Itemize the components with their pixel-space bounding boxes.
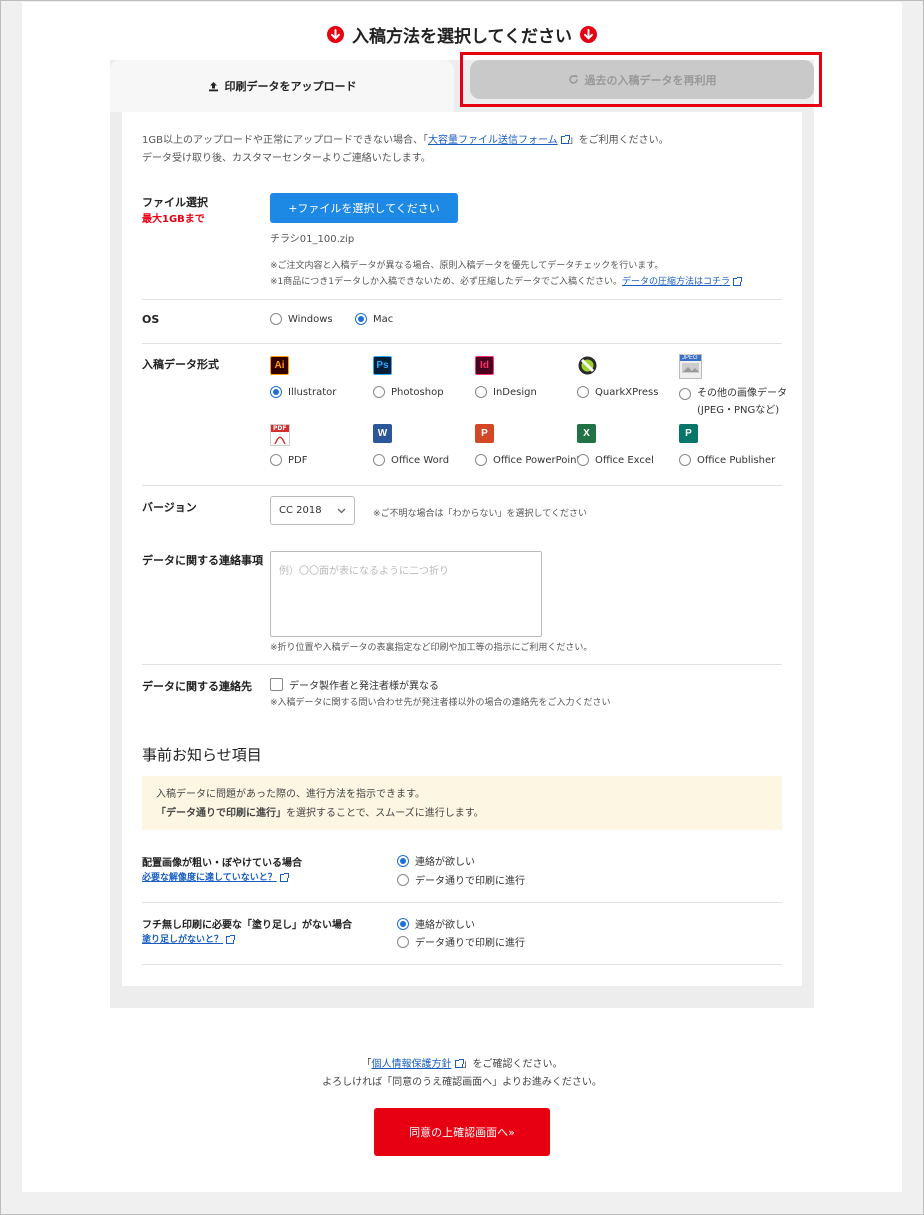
contact-note-textarea[interactable] xyxy=(270,551,542,637)
tab-reuse[interactable]: 過去の入稿データを再利用 xyxy=(470,60,814,99)
notice-2-proceed-radio[interactable]: データ通りで印刷に進行 xyxy=(397,934,525,949)
privacy-policy-link[interactable]: 個人情報保護方針 xyxy=(372,1059,452,1070)
notice-info-box: 入稿データに問題があった際の、進行方法を指示できます。 「データ通りで印刷に進行… xyxy=(142,776,782,830)
divider xyxy=(142,299,782,300)
agree-confirm-button[interactable]: 同意の上確認画面へ» xyxy=(374,1108,550,1156)
contact-note-label: データに関する連絡事項 xyxy=(142,554,263,567)
page: 入稿方法を選択してください 印刷データをアップロード 過去の入稿データを再利用 … xyxy=(22,2,902,1192)
os-windows-radio[interactable]: Windows xyxy=(270,313,333,325)
radio-button[interactable] xyxy=(270,386,282,398)
radio-button[interactable] xyxy=(355,313,367,325)
os-mac-radio[interactable]: Mac xyxy=(355,313,393,325)
version-note: ※ご不明な場合は「わからない」を選択してください xyxy=(373,509,588,519)
privacy-note: 「個人情報保護方針 」をご確認ください。 よろしければ「同意のうえ確認画面へ」より… xyxy=(322,1059,602,1088)
format-other-image-radio[interactable]: その他の画像データ (JPEG・PNGなど) xyxy=(679,385,787,419)
different-orderer-checkbox[interactable]: データ製作者と発注者様が異なる xyxy=(270,677,439,692)
contact-note-hint: ※折り位置や入稿データの表裏指定など印刷や加工等の指示にご利用ください。 xyxy=(270,643,593,653)
format-publisher-radio[interactable]: Office Publisher xyxy=(679,454,775,466)
radio-button[interactable] xyxy=(270,454,282,466)
file-notes: ※ご注文内容と入稿データが異なる場合、原則入稿データを優先してデータチェックを行… xyxy=(270,258,790,290)
selected-filename: チラシ01_100.zip xyxy=(270,234,355,245)
arrow-down-circle-icon xyxy=(327,26,344,43)
photoshop-icon: Ps xyxy=(373,356,392,375)
tab-upload[interactable]: 印刷データをアップロード xyxy=(110,60,454,112)
indesign-icon: Id xyxy=(475,356,494,375)
notice-item-label: 配置画像が粗い・ぼやけている場合 xyxy=(142,858,302,869)
illustrator-icon: Ai xyxy=(270,356,289,375)
radio-button[interactable] xyxy=(397,935,409,948)
notice-heading: 事前お知らせ項目 xyxy=(142,746,262,764)
format-indesign-radio[interactable]: InDesign xyxy=(475,386,537,398)
quarkxpress-icon xyxy=(577,355,598,376)
notice-2-contact-radio[interactable]: 連絡が欲しい xyxy=(397,916,475,931)
radio-button[interactable] xyxy=(679,454,691,466)
external-link-icon xyxy=(279,872,289,882)
chevron-down-icon xyxy=(337,508,346,513)
file-limit: 最大1GBまで xyxy=(142,214,205,225)
page-title-text: 入稿方法を選択してください xyxy=(352,27,572,47)
choose-file-button[interactable]: +ファイルを選択してください xyxy=(270,193,458,223)
resolution-help-link[interactable]: 必要な解像度に達していないと？ xyxy=(142,870,289,883)
file-label: ファイル選択 xyxy=(142,196,208,209)
contact-to-label: データに関する連絡先 xyxy=(142,680,252,693)
external-link-icon xyxy=(454,1059,464,1068)
format-label: 入稿データ形式 xyxy=(142,358,219,371)
divider xyxy=(142,485,782,486)
powerpoint-icon: P xyxy=(475,424,494,443)
divider xyxy=(142,964,782,965)
refresh-icon xyxy=(568,75,578,84)
radio-button[interactable] xyxy=(397,873,409,886)
radio-button[interactable] xyxy=(373,386,385,398)
format-illustrator-radio[interactable]: Illustrator xyxy=(270,386,336,398)
excel-icon: X xyxy=(577,424,596,443)
word-icon: W xyxy=(373,424,392,443)
radio-button[interactable] xyxy=(679,387,691,400)
format-powerpoint-radio[interactable]: Office PowerPoint xyxy=(475,454,580,466)
pdf-icon: PDF xyxy=(270,424,290,446)
radio-button[interactable] xyxy=(397,917,409,930)
page-title: 入稿方法を選択してください xyxy=(22,22,902,47)
format-word-radio[interactable]: Office Word xyxy=(373,454,449,466)
tab-reuse-label: 過去の入稿データを再利用 xyxy=(584,73,717,87)
format-photoshop-radio[interactable]: Photoshop xyxy=(373,386,444,398)
upload-icon xyxy=(208,81,218,91)
radio-button[interactable] xyxy=(270,313,282,325)
notice-item-label: フチ無し印刷に必要な「塗り足し」がない場合 xyxy=(142,920,352,931)
intro-text: 1GB以上のアップロードや正常にアップロードできない場合、「大容量ファイル送信フ… xyxy=(142,135,669,164)
version-label: バージョン xyxy=(142,501,197,514)
divider xyxy=(142,902,782,903)
format-quarkxpress-radio[interactable]: QuarkXPress xyxy=(577,386,658,398)
radio-button[interactable] xyxy=(577,454,589,466)
os-label: OS xyxy=(142,313,160,326)
external-link-icon xyxy=(733,276,743,286)
bleed-help-link[interactable]: 塗り足しがないと？ xyxy=(142,932,236,945)
radio-button[interactable] xyxy=(475,454,487,466)
large-file-form-link[interactable]: 大容量ファイル送信フォーム xyxy=(428,135,558,146)
radio-button[interactable] xyxy=(397,854,409,867)
divider xyxy=(142,343,782,344)
radio-button[interactable] xyxy=(475,386,487,398)
tab-upload-label: 印刷データをアップロード xyxy=(224,80,357,93)
external-link-icon xyxy=(560,135,570,144)
version-select[interactable]: CC 2018 xyxy=(270,496,355,525)
notice-1-contact-radio[interactable]: 連絡が欲しい xyxy=(397,853,475,868)
notice-1-proceed-radio[interactable]: データ通りで印刷に進行 xyxy=(397,872,525,887)
arrow-down-circle-icon xyxy=(579,26,597,43)
publisher-icon: P xyxy=(679,424,698,443)
jpeg-image-icon: JPEG xyxy=(679,354,702,379)
format-excel-radio[interactable]: Office Excel xyxy=(577,454,654,466)
format-pdf-radio[interactable]: PDF xyxy=(270,454,307,466)
external-link-icon xyxy=(226,934,236,944)
divider xyxy=(142,664,782,665)
compress-method-link[interactable]: データの圧縮方法はコチラ xyxy=(622,277,730,287)
checkbox[interactable] xyxy=(270,678,283,691)
radio-button[interactable] xyxy=(577,386,589,398)
radio-button[interactable] xyxy=(373,454,385,466)
contact-to-hint: ※入稿データに関する問い合わせ先が発注者様以外の場合の連絡先をご入力ください xyxy=(270,698,611,708)
